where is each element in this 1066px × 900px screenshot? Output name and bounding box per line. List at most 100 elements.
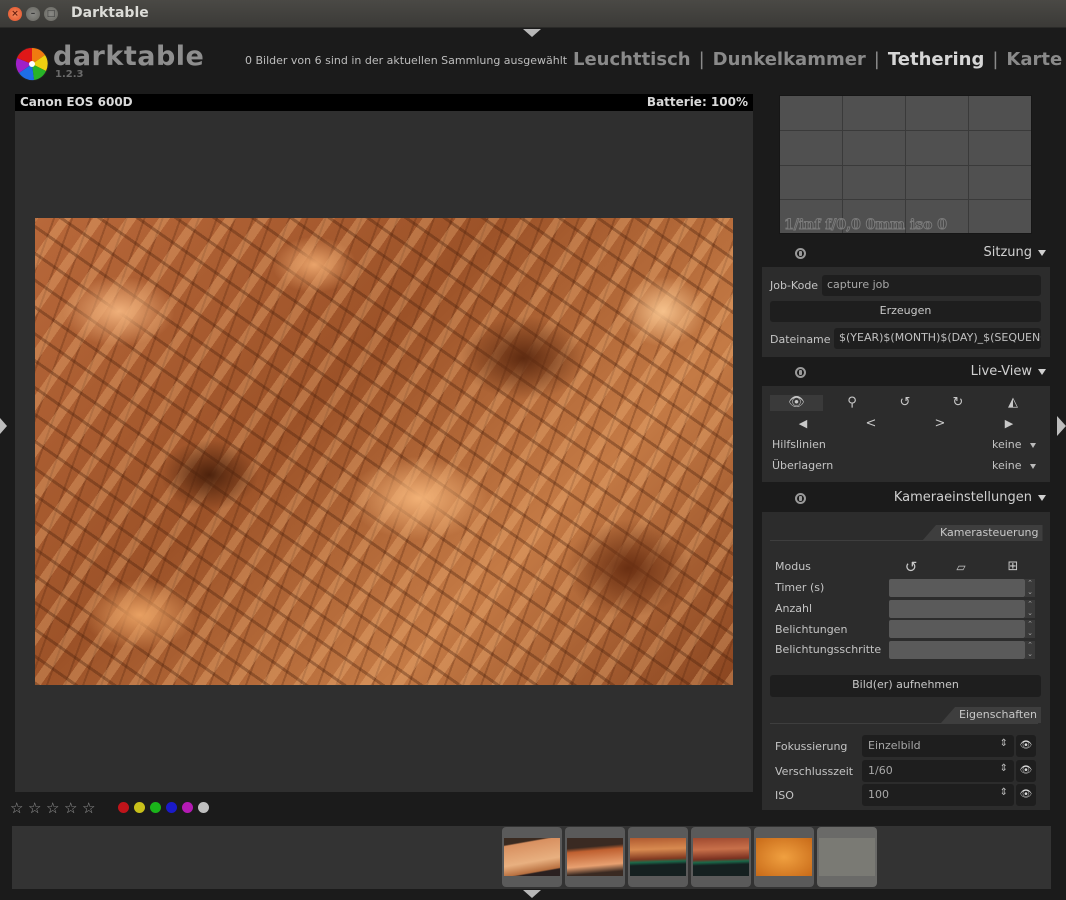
guides-label: Hilfslinien [772,438,826,451]
zoom-icon[interactable]: ⚲ [839,395,865,411]
guides-dropdown[interactable]: keine [992,438,1036,451]
power-icon[interactable] [795,493,806,504]
overlay-label: Überlagern [772,459,834,472]
exposures-input[interactable] [889,620,1025,638]
window-maximize-button[interactable]: □ [44,7,58,21]
filmstrip-thumbnail[interactable] [502,827,562,887]
filmstrip-thumbnail[interactable] [817,827,877,887]
module-title: Kameraeinstellungen [893,490,1032,505]
overlay-dropdown[interactable]: keine [992,459,1036,472]
star-4-icon[interactable]: ☆ [64,799,77,817]
selection-info: 0 Bilder von 6 sind in der aktuellen Sam… [245,54,568,67]
flip-icon[interactable]: ◭ [1000,395,1026,411]
dropdown-arrow-icon [1029,463,1036,469]
eye-icon[interactable]: 👁 [1016,760,1036,782]
window-minimize-button[interactable]: – [26,7,40,21]
timer-input[interactable] [889,579,1025,597]
eye-icon[interactable]: 👁 [1016,735,1036,757]
view-tethering[interactable]: Tethering [888,49,984,70]
brand-name: darktable [53,41,205,72]
star-3-icon[interactable]: ☆ [46,799,59,817]
filename-label: Dateiname [770,333,831,346]
iso-value: 100 [868,788,889,801]
camera-name: Canon EOS 600D [20,95,133,109]
color-label-blue[interactable] [166,802,177,813]
module-header-session[interactable]: Sitzung [762,242,1050,266]
filename-input[interactable]: $(YEAR)$(MONTH)$(DAY)_$(SEQUENCE) [834,328,1041,349]
exif-info: 1/inf f/0,0 0mm iso 0 [783,217,948,234]
section-label-camera-control: Kamerasteuerung [922,525,1043,541]
count-input[interactable] [889,600,1025,618]
mode-bracket-icon[interactable]: ▱ [948,559,974,575]
exposure-steps-input[interactable] [889,641,1025,659]
star-2-icon[interactable]: ☆ [28,799,41,817]
count-spin-arrows[interactable]: ⌃ ⌄ [1025,600,1035,618]
filmstrip-thumbnail[interactable] [628,827,688,887]
create-button[interactable]: Erzeugen [770,301,1041,322]
updown-icon: ⇕ [999,787,1008,798]
battery-status: Batterie: 100% [646,95,748,109]
rotate-left-icon[interactable]: ↺ [892,395,918,411]
timer-label: Timer (s) [775,581,825,594]
nav-first-icon[interactable]: ◀ [790,416,816,432]
view-separator: | [873,49,880,70]
exposures-label: Belichtungen [775,623,848,636]
camera-info-bar: Canon EOS 600D Batterie: 100% [15,94,753,111]
capture-button[interactable]: Bild(er) aufnehmen [770,675,1041,697]
collapse-arrow-icon [1038,250,1046,256]
nav-last-icon[interactable]: ▶ [996,416,1022,432]
version-label: 1.2.3 [55,69,84,80]
rotate-right-icon[interactable]: ↻ [945,395,971,411]
power-icon[interactable] [795,248,806,259]
section-divider [770,723,1038,724]
view-lighttable[interactable]: Leuchttisch [573,49,691,70]
iso-label: ISO [775,789,794,802]
right-panel-toggle-arrow[interactable] [1057,416,1066,436]
eye-icon[interactable]: 👁 [770,395,823,411]
shutter-label: Verschlusszeit [775,765,854,778]
module-header-live-view[interactable]: Live-View [762,361,1050,385]
module-title: Sitzung [983,245,1032,260]
top-panel-toggle-arrow[interactable] [523,29,541,37]
filmstrip-thumbnail[interactable] [754,827,814,887]
updown-icon: ⇕ [999,738,1008,749]
filmstrip-thumbnail[interactable] [565,827,625,887]
navigation-preview[interactable]: 1/inf f/0,0 0mm iso 0 [779,95,1032,234]
left-panel-toggle-arrow[interactable] [0,418,7,434]
mode-label: Modus [775,560,811,573]
exposure-steps-spin-arrows[interactable]: ⌃ ⌄ [1025,641,1035,659]
mode-sequence-icon[interactable]: ⊞ [1000,559,1026,575]
color-label-gray[interactable] [198,802,209,813]
view-map[interactable]: Karte [1006,49,1062,70]
shutter-value: 1/60 [868,764,893,777]
module-title: Live-View [970,364,1032,379]
timer-spin-arrows[interactable]: ⌃ ⌄ [1025,579,1035,597]
focus-value: Einzelbild [868,739,921,752]
shutter-select[interactable]: 1/60 ⇕ [862,760,1014,782]
updown-icon: ⇕ [999,763,1008,774]
color-label-red[interactable] [118,802,129,813]
filmstrip-thumbnail[interactable] [691,827,751,887]
view-separator: | [698,49,705,70]
job-code-input[interactable]: capture job [822,275,1041,296]
star-1-icon[interactable]: ☆ [10,799,23,817]
section-label-properties: Eigenschaften [941,707,1041,723]
view-darkroom[interactable]: Dunkelkammer [713,49,866,70]
module-header-camera-settings[interactable]: Kameraeinstellungen [762,487,1050,511]
window-title: Darktable [71,5,149,21]
bottom-panel-toggle-arrow[interactable] [523,890,541,898]
mode-single-icon[interactable]: ↺ [898,559,924,575]
nav-next-icon[interactable]: > [927,416,953,432]
color-label-green[interactable] [150,802,161,813]
focus-select[interactable]: Einzelbild ⇕ [862,735,1014,757]
power-icon[interactable] [795,367,806,378]
color-label-purple[interactable] [182,802,193,813]
exposures-spin-arrows[interactable]: ⌃ ⌄ [1025,620,1035,638]
window-close-button[interactable]: × [8,7,22,21]
iso-select[interactable]: 100 ⇕ [862,784,1014,806]
dropdown-arrow-icon [1029,442,1036,448]
star-5-icon[interactable]: ☆ [82,799,95,817]
eye-icon[interactable]: 👁 [1016,784,1036,806]
nav-prev-icon[interactable]: < [858,416,884,432]
color-label-yellow[interactable] [134,802,145,813]
